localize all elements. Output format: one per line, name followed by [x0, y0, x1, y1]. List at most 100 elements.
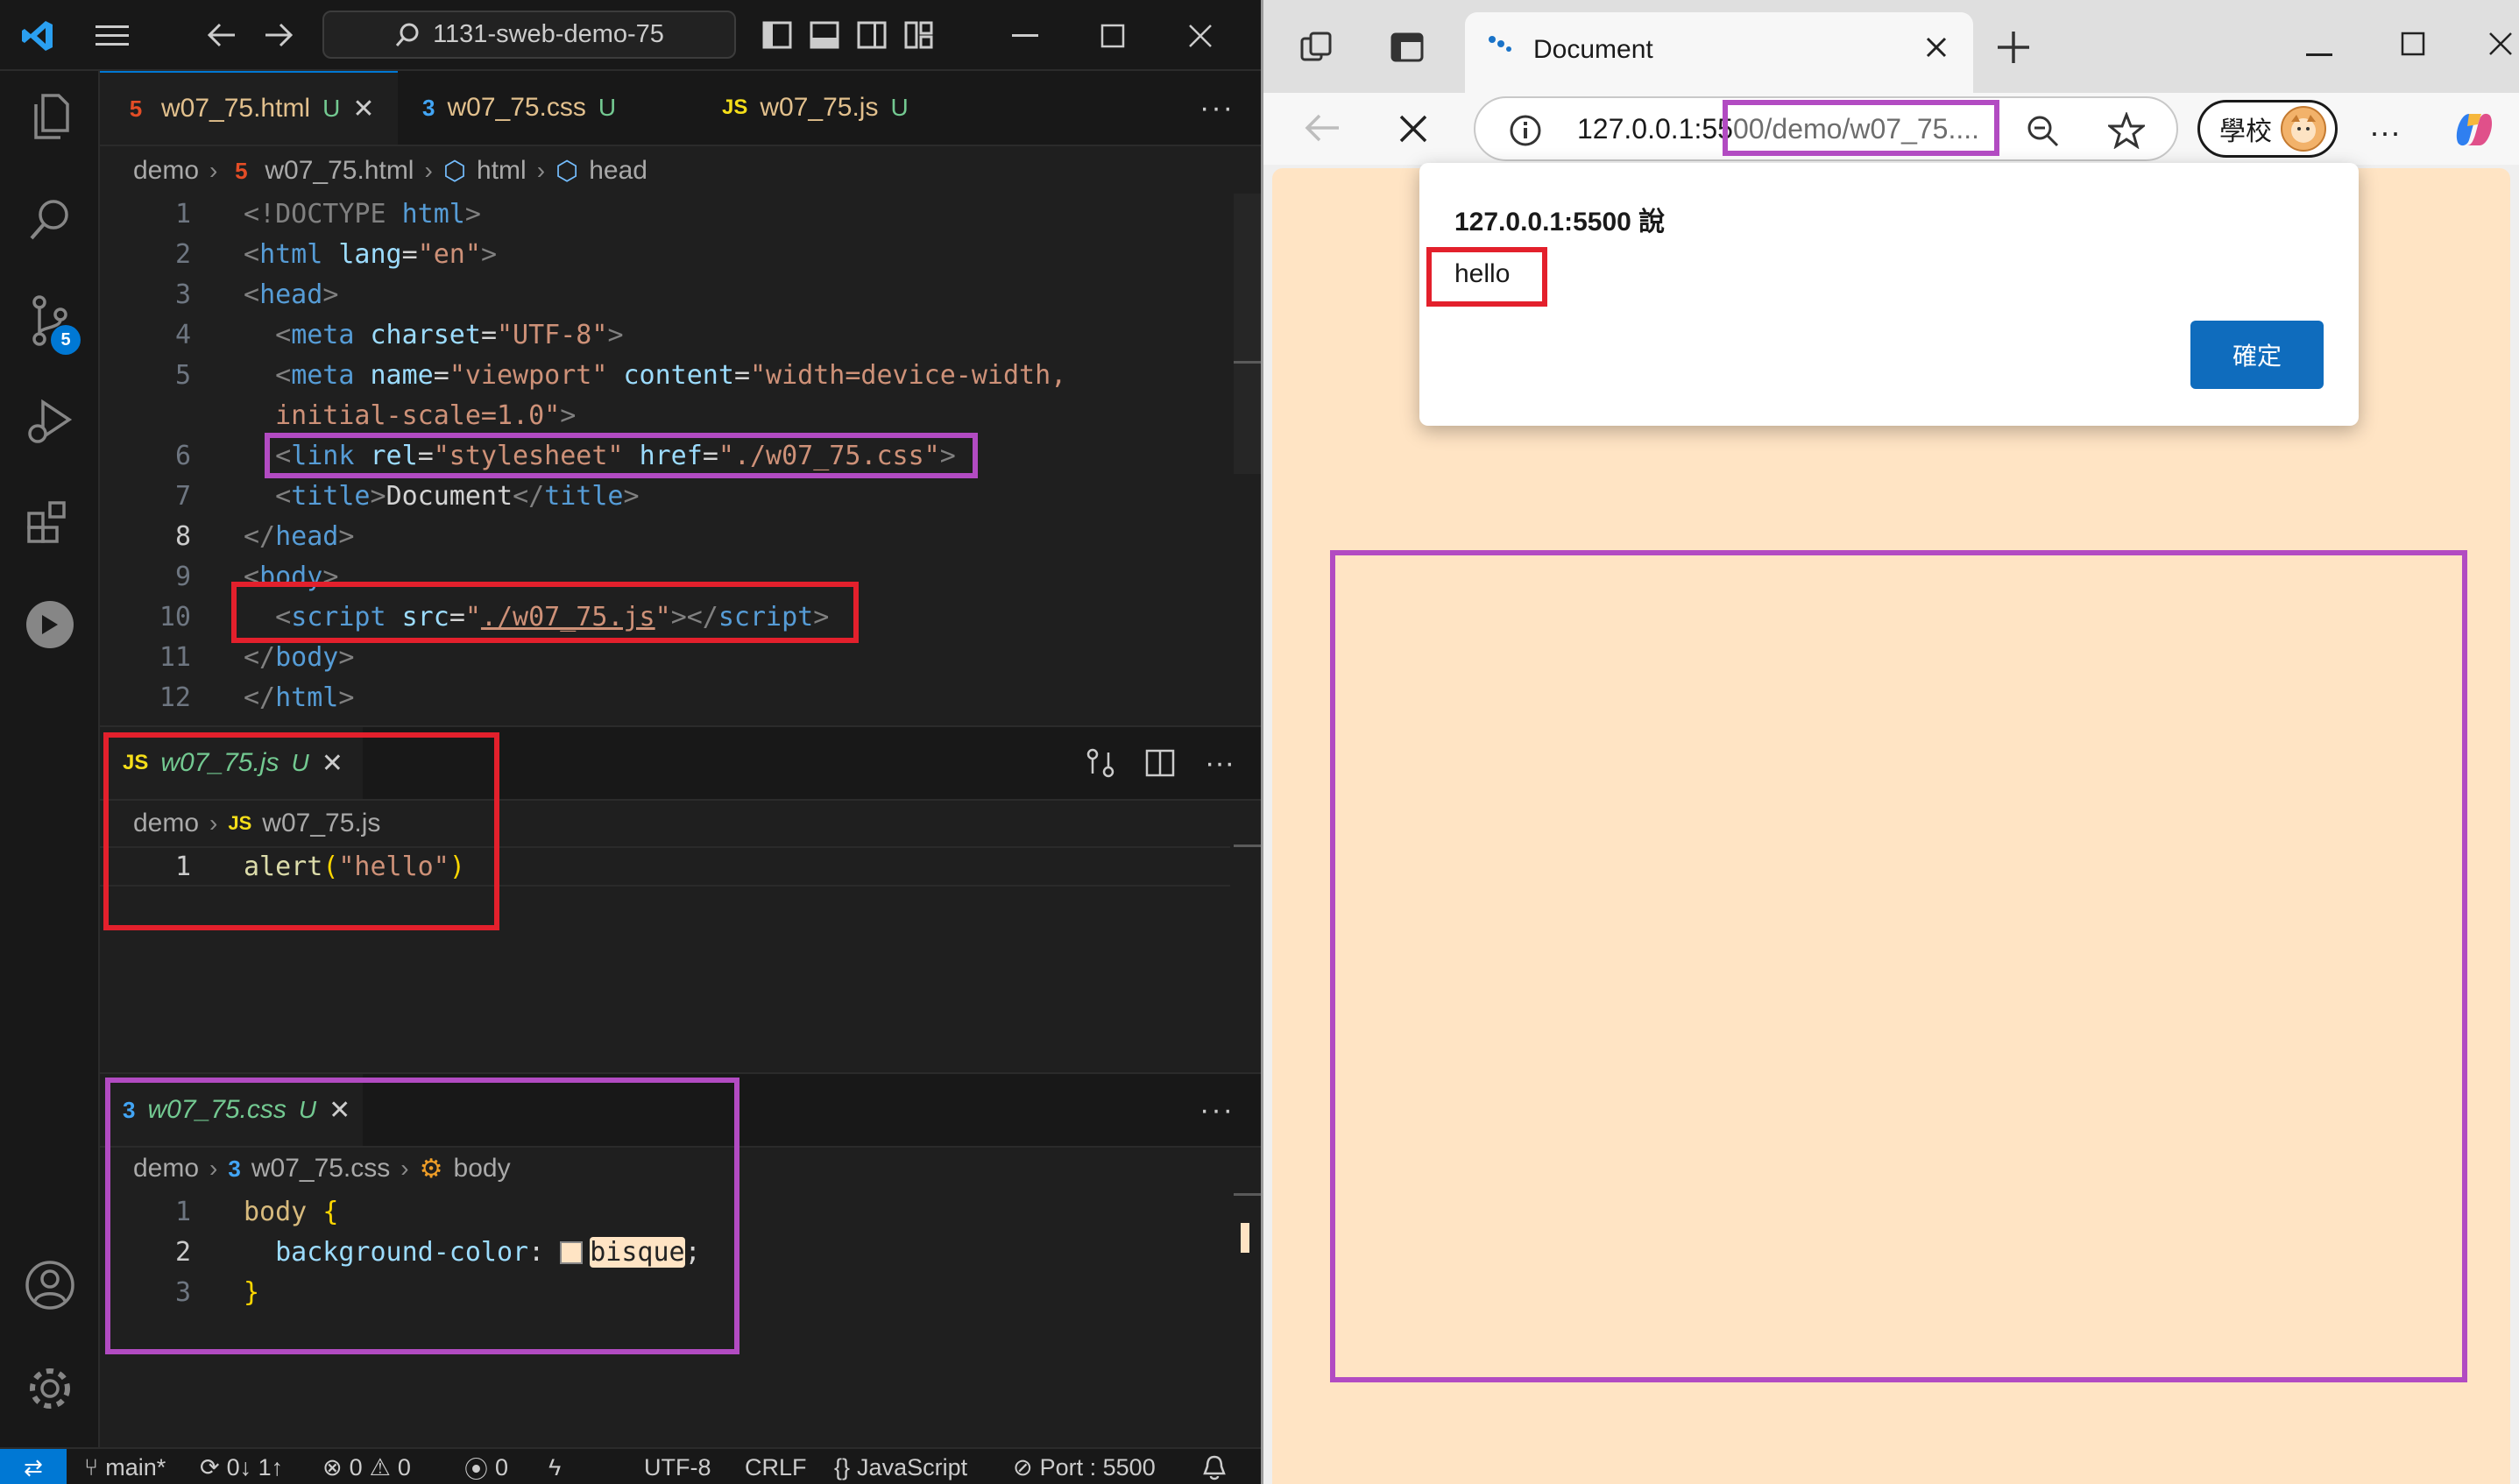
split-editor-icon[interactable] — [1145, 749, 1175, 777]
profile-button[interactable]: 學校 — [2197, 100, 2338, 158]
code-line: 3 <head> — [100, 274, 1230, 314]
window-controls — [981, 0, 1244, 71]
tab-css-status: U — [598, 94, 617, 121]
sync-status[interactable]: ⟳ 0↓ 1↑ — [200, 1449, 283, 1484]
copilot-icon[interactable] — [2452, 109, 2497, 155]
command-center-label: 1131-sweb-demo-75 — [433, 20, 664, 48]
problems-status[interactable]: ⊗ 0 ⚠ 0 — [322, 1449, 411, 1484]
run-debug-icon[interactable] — [24, 395, 76, 448]
close-tab-icon[interactable] — [1924, 35, 1949, 64]
encoding-status[interactable]: UTF-8 — [644, 1449, 711, 1484]
minimize-button[interactable] — [2306, 46, 2332, 61]
breadcrumb-node-head[interactable]: head — [589, 156, 647, 186]
code-line: 4 <meta charset="UTF-8"> — [100, 314, 1230, 355]
lightning-icon[interactable]: ϟ — [548, 1449, 561, 1484]
more-options-icon[interactable]: ··· — [2369, 114, 2401, 151]
breadcrumb-node-html[interactable]: html — [477, 156, 527, 186]
new-tab-icon[interactable] — [1996, 30, 2031, 69]
notifications-bell-icon[interactable] — [1202, 1449, 1227, 1484]
zoom-out-icon[interactable] — [2026, 114, 2061, 153]
breadcrumb-file[interactable]: w07_75.html — [265, 156, 414, 186]
css3-file-icon: 3 — [422, 94, 435, 121]
line-number: 3 — [174, 279, 191, 310]
chevron-right-icon: › — [424, 157, 433, 184]
editor-scrollbar[interactable] — [1234, 194, 1261, 474]
eol-status[interactable]: CRLF — [745, 1449, 807, 1484]
overview-ruler-marker — [1234, 1193, 1261, 1196]
back-arrow-icon[interactable] — [202, 18, 242, 53]
stop-loading-icon[interactable] — [1398, 114, 1428, 148]
extensions-icon[interactable] — [24, 496, 76, 548]
compare-changes-icon[interactable] — [1086, 747, 1115, 779]
language-status[interactable]: {} JavaScript — [834, 1449, 967, 1484]
code-text: <head> — [244, 279, 339, 310]
profile-label: 學校 — [2219, 117, 2272, 146]
overview-ruler-marker — [1241, 1223, 1249, 1253]
toggle-primary-sidebar-icon[interactable] — [762, 21, 792, 49]
line-number: 8 — [174, 520, 191, 552]
tab-actions-icon[interactable] — [1390, 32, 1425, 67]
overview-ruler-marker — [1234, 361, 1261, 364]
customize-layout-icon[interactable] — [904, 21, 934, 49]
explorer-icon[interactable] — [24, 90, 76, 143]
tab-js[interactable]: JS w07_75.js U — [699, 71, 962, 145]
highlight-box-url — [1723, 100, 1999, 156]
more-actions-icon[interactable]: ··· — [1205, 746, 1235, 781]
line-number: 5 — [174, 359, 191, 391]
tab-js-status: U — [890, 94, 909, 121]
highlight-box-hello — [1426, 247, 1547, 307]
highlight-box-link — [265, 433, 978, 478]
ports-status[interactable]: ⦿ 0 — [464, 1449, 508, 1484]
favorite-star-icon[interactable] — [2105, 110, 2148, 153]
symbol-element-icon: ⬡ — [555, 156, 579, 186]
minimize-button[interactable] — [981, 0, 1069, 71]
accounts-icon[interactable] — [24, 1259, 76, 1311]
vscode-window: 1131-sweb-demo-75 5 5 w07_75.html U ✕ 3 … — [0, 0, 1261, 1484]
vscode-logo-icon — [18, 16, 58, 56]
branch-status[interactable]: ⑂ main* — [84, 1449, 166, 1484]
toggle-panel-icon[interactable] — [810, 21, 839, 49]
line-number: 9 — [174, 561, 191, 592]
html5-file-icon: 5 — [235, 157, 248, 184]
git-branch-icon: ⑂ — [84, 1453, 99, 1480]
js-file-icon: JS — [722, 95, 748, 119]
code-text: <!DOCTYPE html> — [244, 198, 481, 230]
tab-html[interactable]: 5 w07_75.html U ✕ — [100, 71, 398, 145]
close-window-button[interactable] — [1157, 0, 1244, 71]
line-number: 2 — [174, 238, 191, 270]
search-icon[interactable] — [24, 194, 76, 246]
live-share-icon[interactable] — [24, 598, 76, 651]
maximize-button[interactable] — [1069, 0, 1157, 71]
live-server-status[interactable]: ⊘ Port : 5500 — [1013, 1449, 1156, 1484]
source-control-badge: 5 — [51, 325, 81, 355]
line-number: 1 — [174, 198, 191, 230]
chevron-right-icon: › — [536, 157, 546, 184]
more-actions-icon[interactable]: ··· — [1199, 1074, 1235, 1146]
more-actions-icon[interactable]: ··· — [1199, 71, 1235, 145]
ok-button[interactable]: 確定 — [2190, 321, 2324, 389]
html5-file-icon: 5 — [129, 95, 143, 122]
editor-tab-bar: 5 w07_75.html U ✕ 3 w07_75.css U JS w07_… — [100, 71, 1261, 146]
menu-icon[interactable] — [92, 18, 132, 53]
toggle-secondary-sidebar-icon[interactable] — [857, 21, 887, 49]
forward-arrow-icon[interactable] — [258, 18, 299, 53]
maximize-button[interactable] — [2401, 32, 2425, 60]
tab-css[interactable]: 3 w07_75.css U — [400, 71, 697, 145]
code-text: </body> — [244, 641, 355, 673]
ports-count: 0 — [495, 1453, 509, 1480]
workspaces-icon[interactable] — [1298, 30, 1335, 69]
code-line: 8 </head> — [100, 516, 1230, 556]
warnings-count: 0 — [397, 1453, 411, 1480]
code-line: 2 <html lang="en"> — [100, 234, 1230, 274]
browser-tab-document[interactable]: Document — [1465, 12, 1973, 96]
close-window-button[interactable] — [2488, 32, 2513, 60]
breadcrumb-folder[interactable]: demo — [133, 156, 199, 186]
remote-indicator-icon[interactable]: ⇄ — [0, 1449, 67, 1484]
settings-gear-icon[interactable] — [24, 1362, 76, 1415]
close-icon[interactable]: ✕ — [352, 94, 374, 124]
vscode-titlebar: 1131-sweb-demo-75 — [0, 0, 1261, 71]
command-center-search[interactable]: 1131-sweb-demo-75 — [322, 11, 736, 59]
no-entry-icon: ⊘ — [1013, 1453, 1033, 1480]
site-info-icon[interactable] — [1509, 114, 1542, 152]
back-arrow-icon[interactable] — [1304, 112, 1341, 148]
